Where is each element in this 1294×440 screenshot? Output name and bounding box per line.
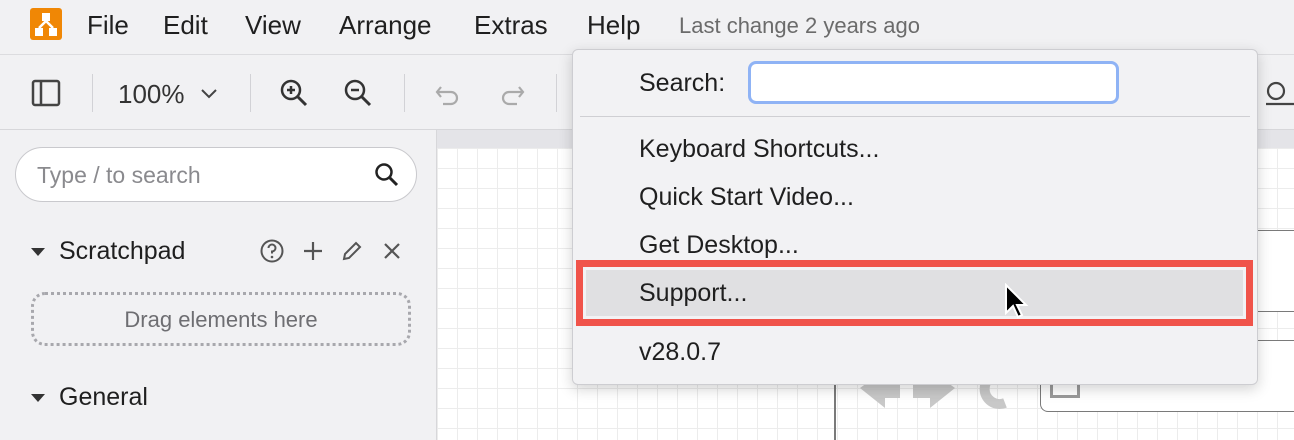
toolbar-divider (92, 74, 93, 112)
plus-icon[interactable] (300, 238, 326, 264)
scratchpad-title[interactable]: Scratchpad (59, 235, 185, 267)
menu-edit[interactable]: Edit (163, 8, 208, 42)
zoom-out-icon[interactable] (340, 74, 376, 112)
sidebar-toggle-icon[interactable] (28, 74, 64, 112)
last-change-status[interactable]: Last change 2 years ago (679, 11, 920, 41)
caret-down-icon[interactable] (28, 242, 48, 262)
search-icon[interactable] (372, 160, 402, 190)
redo-icon[interactable] (494, 74, 530, 112)
help-search-label: Search: (639, 69, 726, 97)
menu-view[interactable]: View (245, 8, 301, 42)
mouse-cursor-icon (1004, 282, 1030, 321)
menu-item-support[interactable]: Support... (639, 277, 747, 309)
menu-item-quick-start-video[interactable]: Quick Start Video... (639, 181, 854, 213)
menu-file[interactable]: File (87, 8, 129, 42)
menu-divider (580, 116, 1250, 117)
menu-help[interactable]: Help (587, 8, 640, 42)
menu-item-keyboard-shortcuts[interactable]: Keyboard Shortcuts... (639, 133, 879, 165)
waypoint-icon[interactable] (1262, 74, 1294, 112)
zoom-level[interactable]: 100% (118, 78, 185, 110)
menu-item-get-desktop[interactable]: Get Desktop... (639, 229, 799, 261)
version-label: v28.0.7 (639, 338, 722, 366)
menu-arrange[interactable]: Arrange (339, 8, 432, 42)
shape-search-placeholder: Type / to search (37, 162, 201, 188)
help-circle-icon[interactable] (259, 238, 285, 264)
help-search-input[interactable] (748, 61, 1119, 104)
undo-icon[interactable] (430, 74, 466, 112)
close-icon[interactable] (379, 238, 405, 264)
zoom-in-icon[interactable] (276, 74, 312, 112)
general-title[interactable]: General (59, 381, 148, 413)
menu-extras[interactable]: Extras (474, 8, 548, 42)
chevron-down-icon[interactable] (196, 74, 222, 112)
pencil-icon[interactable] (339, 238, 365, 264)
toolbar-divider (404, 74, 405, 112)
app-logo (30, 8, 62, 40)
drop-zone-text: Drag elements here (124, 307, 318, 332)
caret-down-icon[interactable] (28, 388, 48, 408)
toolbar-divider (250, 74, 251, 112)
toolbar-divider (556, 74, 557, 112)
